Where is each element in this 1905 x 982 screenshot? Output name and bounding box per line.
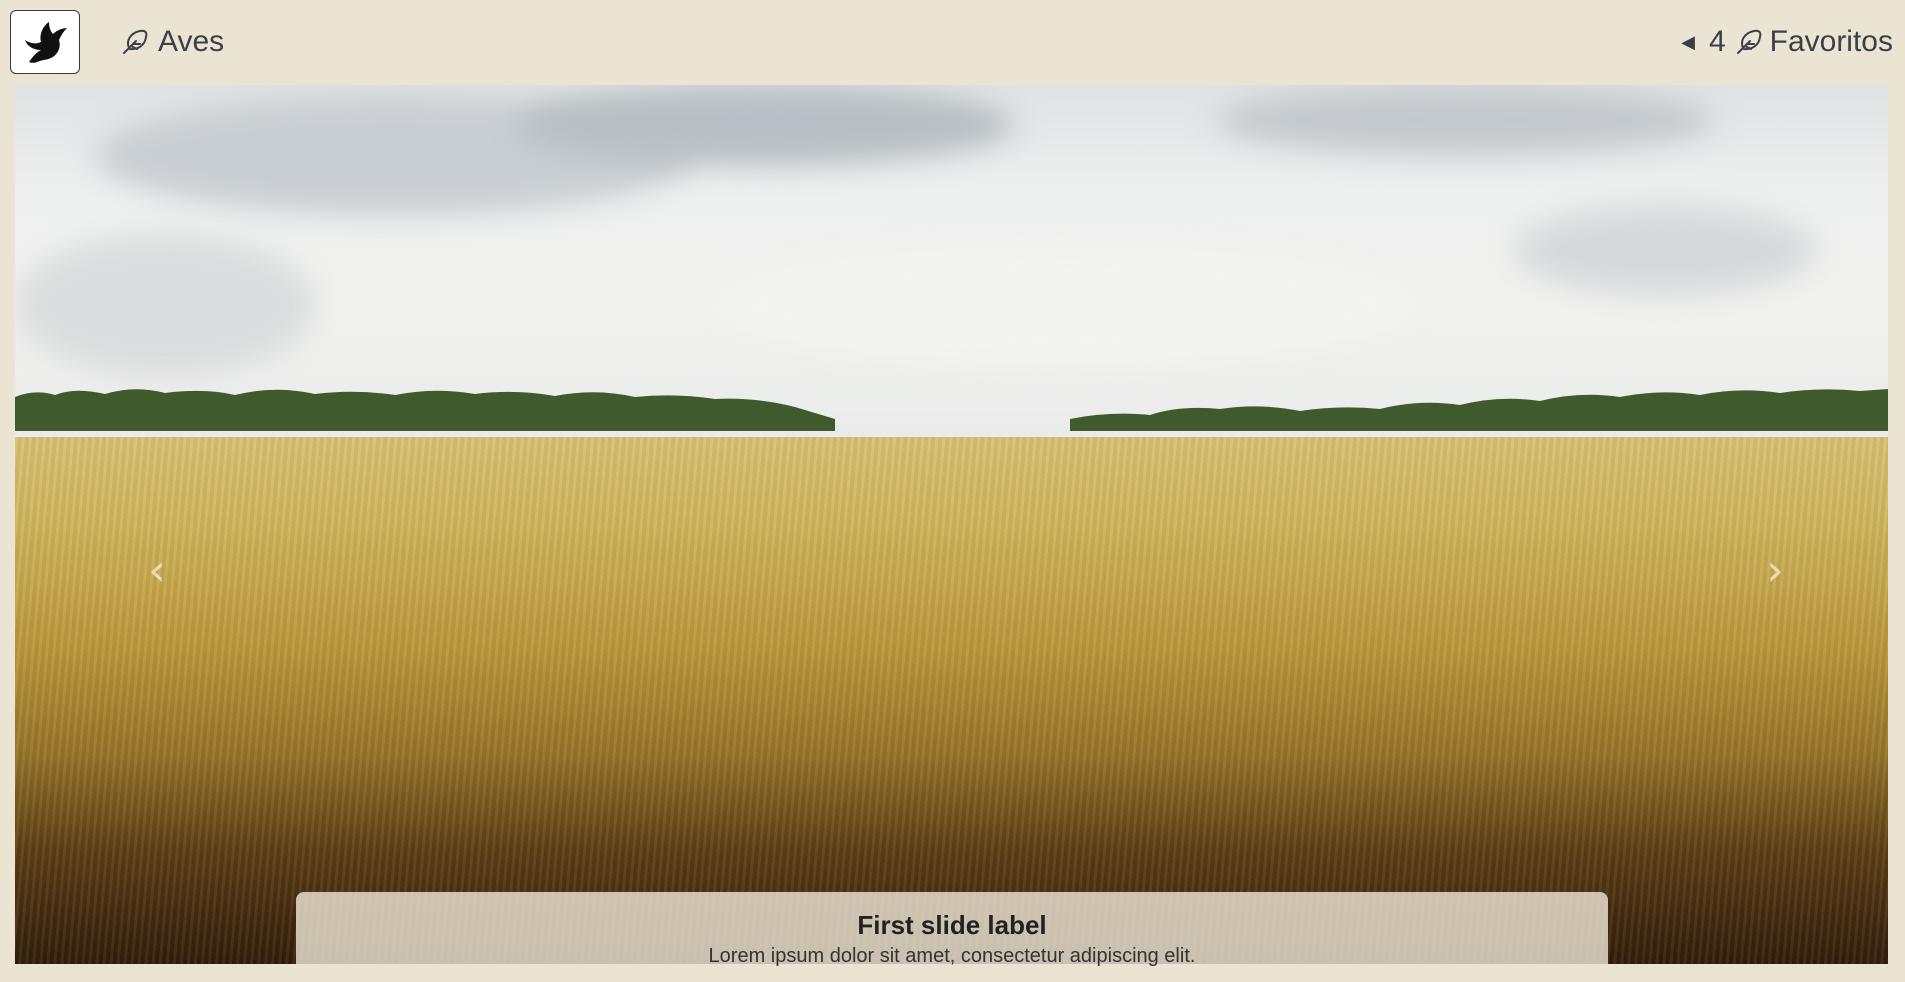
nav-link-aves[interactable]: Aves	[120, 22, 224, 62]
slide-caption-box: First slide label Lorem ipsum dolor sit …	[296, 892, 1608, 982]
caption-title: First slide label	[857, 910, 1047, 940]
treeline-right	[1070, 389, 1888, 431]
cloud	[15, 235, 315, 375]
treeline-left	[15, 389, 835, 431]
cloud	[1515, 205, 1815, 295]
bird-silhouette-icon	[25, 22, 67, 63]
image-carousel: ‹ ›	[15, 85, 1888, 964]
cloud	[1215, 85, 1715, 155]
caret-left-icon: ◀	[1681, 31, 1695, 52]
wheat-texture	[15, 437, 1888, 964]
carousel-next-button[interactable]: ›	[1745, 530, 1805, 610]
feather-icon	[1736, 29, 1761, 54]
carousel-slide-image	[15, 85, 1888, 964]
carousel-prev-button[interactable]: ‹	[127, 530, 187, 610]
favorites-label: Favoritos	[1769, 25, 1893, 58]
nav-aves-label: Aves	[158, 25, 225, 58]
favorites-count: 4	[1708, 25, 1726, 58]
top-navbar: Aves ◀ 4 Favoritos	[0, 0, 1905, 84]
cloud	[515, 85, 1015, 165]
favorites-dropdown[interactable]: ◀ 4 Favoritos	[1681, 22, 1893, 62]
caption-text: Lorem ipsum dolor sit amet, consectetur …	[708, 945, 1196, 967]
cloud	[715, 245, 1415, 365]
brand-logo[interactable]	[10, 10, 80, 74]
feather-icon	[123, 29, 148, 54]
